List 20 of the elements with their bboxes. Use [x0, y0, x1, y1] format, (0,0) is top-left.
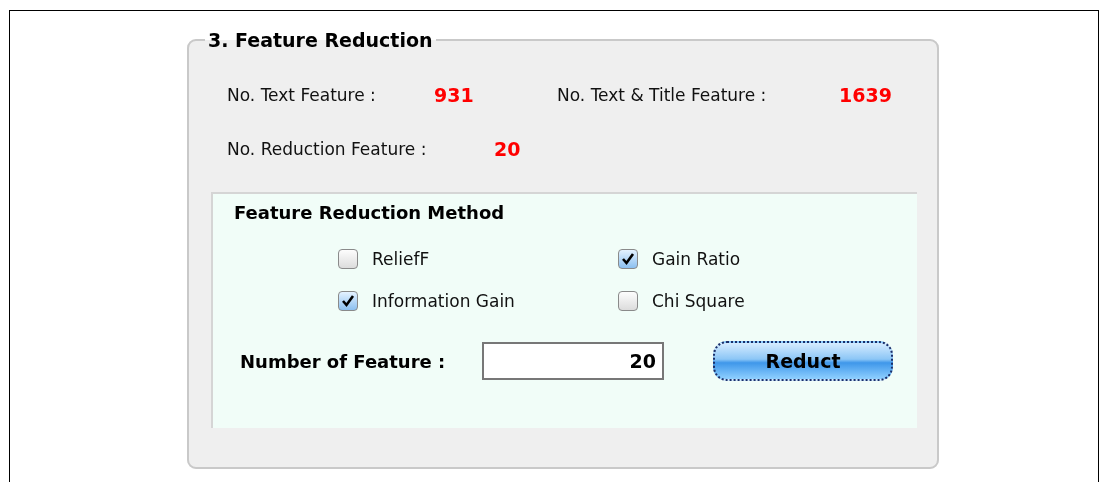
- checkbox-label: Chi Square: [652, 291, 745, 311]
- checkbox-label: ReliefF: [372, 249, 430, 269]
- checkmark-icon: [621, 252, 635, 266]
- checkbox[interactable]: [618, 249, 638, 269]
- stat-value: 931: [434, 84, 475, 106]
- stat-label: No. Reduction Feature :: [227, 139, 428, 159]
- stat-value: 20: [494, 138, 522, 160]
- checkbox[interactable]: [338, 249, 358, 269]
- checkbox-label: Gain Ratio: [652, 249, 741, 269]
- checkbox-label: Information Gain: [372, 291, 515, 311]
- panel-title: Feature Reduction Method: [234, 202, 506, 223]
- stat-label: No. Text Feature :: [227, 85, 377, 105]
- checkmark-icon: [341, 294, 355, 308]
- checkbox[interactable]: [618, 291, 638, 311]
- stat-label: No. Text & Title Feature :: [557, 85, 768, 105]
- number-field[interactable]: 20: [482, 342, 664, 380]
- number-label: Number of Feature :: [240, 350, 447, 372]
- reduct-button[interactable]: Reduct: [713, 341, 893, 381]
- stat-value: 1639: [839, 84, 893, 106]
- checkbox[interactable]: [338, 291, 358, 311]
